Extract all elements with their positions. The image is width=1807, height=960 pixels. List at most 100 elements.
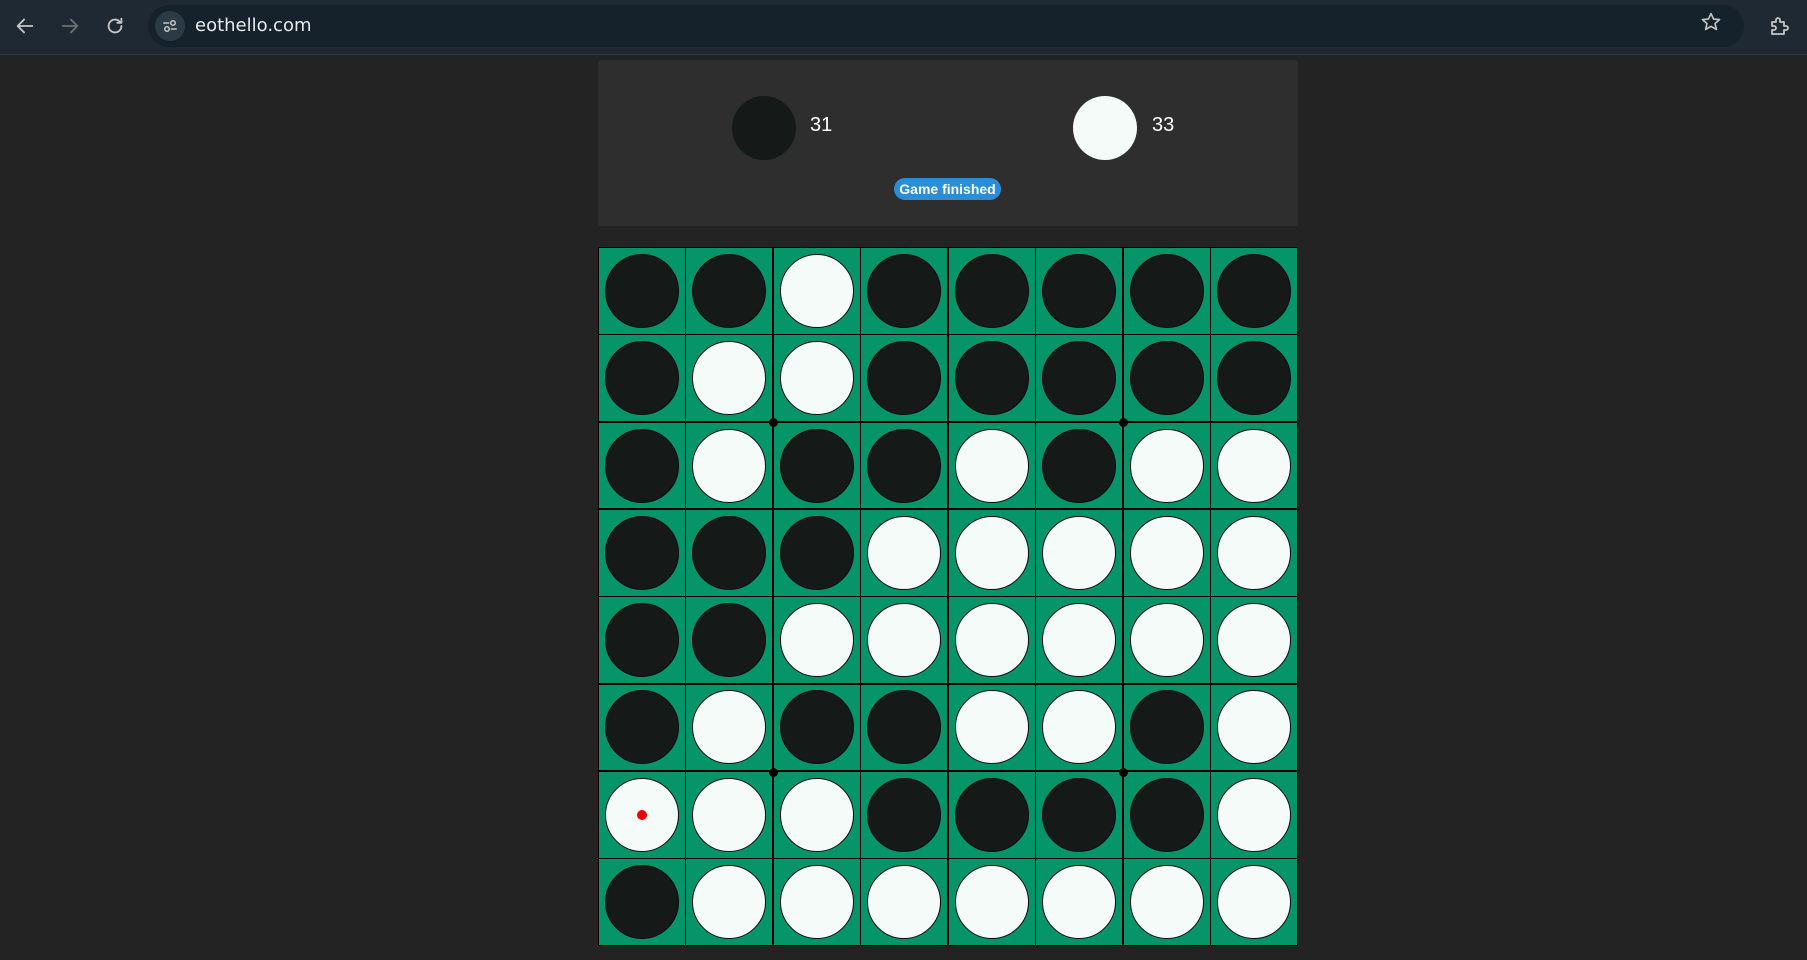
board-cell-f8[interactable] xyxy=(1036,859,1123,945)
bookmark-star-icon[interactable] xyxy=(1700,11,1722,33)
white-disc xyxy=(1217,515,1292,590)
white-disc xyxy=(1217,777,1292,852)
reload-button[interactable] xyxy=(96,7,134,45)
board-cell-c1[interactable] xyxy=(773,248,860,334)
board-cell-e4[interactable] xyxy=(948,509,1035,596)
board-cell-d1[interactable] xyxy=(861,248,948,334)
board-cell-d4[interactable] xyxy=(861,509,948,596)
board-cell-d3[interactable] xyxy=(861,422,948,509)
black-disc xyxy=(604,690,679,765)
board-cell-b6[interactable] xyxy=(686,684,773,771)
board-cell-g8[interactable] xyxy=(1123,859,1210,945)
board-cell-a5[interactable] xyxy=(599,597,685,684)
board-cell-a2[interactable] xyxy=(599,335,685,422)
puzzle-icon xyxy=(1771,17,1789,35)
last-move-marker xyxy=(636,809,647,820)
back-button[interactable] xyxy=(6,7,44,45)
board-cell-d5[interactable] xyxy=(861,597,948,684)
board-cell-f3[interactable] xyxy=(1036,422,1123,509)
board-cell-h1[interactable] xyxy=(1211,248,1297,334)
board-star-point xyxy=(768,767,778,777)
black-disc xyxy=(779,690,854,765)
board-cell-h5[interactable] xyxy=(1211,597,1297,684)
board-cell-g6[interactable] xyxy=(1123,684,1210,771)
arrow-right-icon xyxy=(61,18,79,34)
white-disc xyxy=(1042,515,1117,590)
white-disc xyxy=(1217,690,1292,765)
board-cell-c3[interactable] xyxy=(773,422,860,509)
board-cell-b8[interactable] xyxy=(686,859,773,945)
white-disc xyxy=(1217,428,1292,503)
black-disc xyxy=(1042,777,1117,852)
extensions-button[interactable] xyxy=(1762,10,1796,44)
board-cell-h3[interactable] xyxy=(1211,422,1297,509)
black-disc xyxy=(692,603,767,678)
board-cell-b4[interactable] xyxy=(686,509,773,596)
board-cell-f7[interactable] xyxy=(1036,771,1123,858)
board-cell-h4[interactable] xyxy=(1211,509,1297,596)
board-cell-f1[interactable] xyxy=(1036,248,1123,334)
forward-button[interactable] xyxy=(51,7,89,45)
board-cell-b2[interactable] xyxy=(686,335,773,422)
board-cell-e8[interactable] xyxy=(948,859,1035,945)
board-cell-d8[interactable] xyxy=(861,859,948,945)
board-cell-a4[interactable] xyxy=(599,509,685,596)
board-cell-h6[interactable] xyxy=(1211,684,1297,771)
board-cell-f5[interactable] xyxy=(1036,597,1123,684)
url-text[interactable]: eothello.com xyxy=(195,5,312,47)
board-cell-c2[interactable] xyxy=(773,335,860,422)
board-cell-g4[interactable] xyxy=(1123,509,1210,596)
black-disc xyxy=(1129,341,1204,416)
board-cell-b3[interactable] xyxy=(686,422,773,509)
board-cell-g3[interactable] xyxy=(1123,422,1210,509)
board-cell-h8[interactable] xyxy=(1211,859,1297,945)
site-info-button[interactable] xyxy=(155,11,185,41)
board-cell-d6[interactable] xyxy=(861,684,948,771)
black-disc xyxy=(1129,777,1204,852)
board-cell-g7[interactable] xyxy=(1123,771,1210,858)
browser-toolbar: eothello.com xyxy=(0,0,1807,55)
board-cell-f2[interactable] xyxy=(1036,335,1123,422)
board-cell-g5[interactable] xyxy=(1123,597,1210,684)
board-cell-b7[interactable] xyxy=(686,771,773,858)
black-disc xyxy=(954,341,1029,416)
board-cell-d7[interactable] xyxy=(861,771,948,858)
board-cell-c4[interactable] xyxy=(773,509,860,596)
board-cell-d2[interactable] xyxy=(861,335,948,422)
board-cell-f6[interactable] xyxy=(1036,684,1123,771)
white-disc xyxy=(954,865,1029,940)
board-cell-c8[interactable] xyxy=(773,859,860,945)
board-cell-g1[interactable] xyxy=(1123,248,1210,334)
white-score: 33 xyxy=(1152,114,1175,136)
board-star-point xyxy=(1118,767,1128,777)
board-cell-f4[interactable] xyxy=(1036,509,1123,596)
board-cell-c5[interactable] xyxy=(773,597,860,684)
black-disc xyxy=(1129,690,1204,765)
board-cell-e5[interactable] xyxy=(948,597,1035,684)
white-disc xyxy=(779,253,854,328)
board-cell-a3[interactable] xyxy=(599,422,685,509)
white-disc xyxy=(779,341,854,416)
black-disc xyxy=(604,865,679,940)
board-cell-a7[interactable] xyxy=(599,771,685,858)
board-cell-b5[interactable] xyxy=(686,597,773,684)
board-cell-g2[interactable] xyxy=(1123,335,1210,422)
board-cell-h2[interactable] xyxy=(1211,335,1297,422)
board-cell-c6[interactable] xyxy=(773,684,860,771)
white-disc xyxy=(692,777,767,852)
black-disc xyxy=(1129,253,1204,328)
address-bar[interactable]: eothello.com xyxy=(148,5,1744,47)
board-cell-e6[interactable] xyxy=(948,684,1035,771)
board-cell-e2[interactable] xyxy=(948,335,1035,422)
board-cell-a1[interactable] xyxy=(599,248,685,334)
board-cell-e1[interactable] xyxy=(948,248,1035,334)
board-cell-e7[interactable] xyxy=(948,771,1035,858)
board-cell-h7[interactable] xyxy=(1211,771,1297,858)
board-cell-b1[interactable] xyxy=(686,248,773,334)
board-cell-a6[interactable] xyxy=(599,684,685,771)
board-cell-a8[interactable] xyxy=(599,859,685,945)
reload-icon xyxy=(107,17,123,34)
board-cell-e3[interactable] xyxy=(948,422,1035,509)
white-disc xyxy=(692,690,767,765)
board-cell-c7[interactable] xyxy=(773,771,860,858)
